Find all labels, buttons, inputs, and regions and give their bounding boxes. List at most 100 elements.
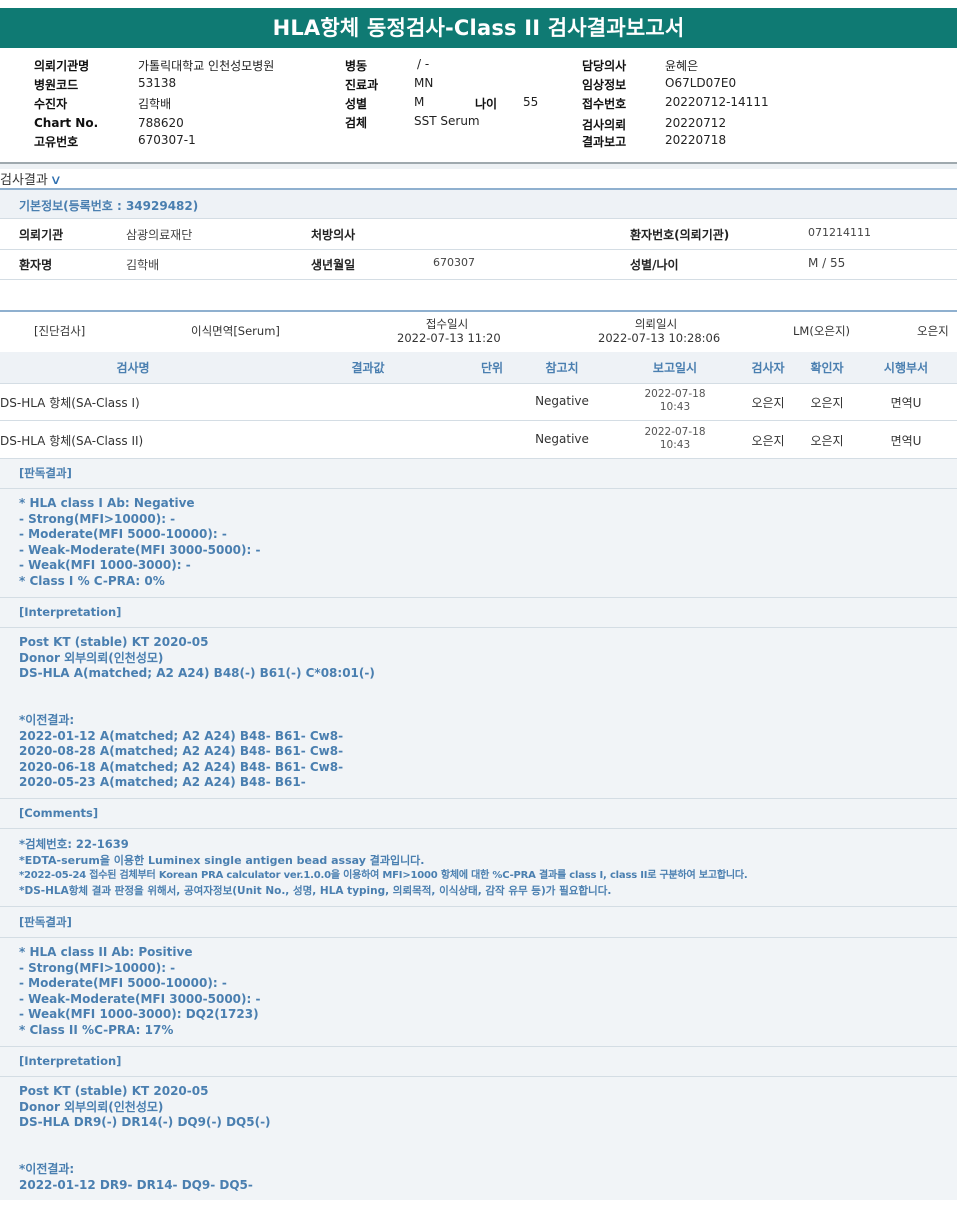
block-line: 2022-01-12 A(matched; A2 A24) B48- B61- … [19, 728, 344, 743]
th-unit: 단위 [480, 361, 504, 375]
block-line: Post KT (stable) KT 2020-05 [19, 1084, 209, 1098]
divider [0, 798, 957, 799]
cell-test-name: DS-HLA 항체(SA-Class II) [0, 434, 144, 448]
results-tab-label: 검사결과 [0, 173, 48, 188]
hdr-value-doctor: 윤혜은 [665, 59, 699, 73]
block-line: DS-HLA A(matched; A2 A24) B48(-) B61(-) … [19, 666, 375, 681]
block-line: *검체번호: 22-1639 [19, 837, 129, 851]
block-line: - Moderate(MFI 5000-10000): - [19, 976, 227, 991]
hdr-value-age: 55 [523, 95, 539, 109]
info-value-institution: 삼광의료재단 [126, 228, 193, 242]
block-title: [판독결과] [19, 915, 72, 929]
hdr-label-sex: 성별 [345, 97, 368, 111]
hdr-value-hospital-code: 53138 [138, 76, 177, 90]
hdr-label-requester: 의뢰기관명 [34, 59, 90, 73]
rx-requested-value: 2022-07-13 10:28:06 [598, 331, 721, 345]
rx-lm: LM(오은지) [793, 324, 851, 338]
block-line: *DS-HLA항체 결과 판정을 위해서, 공여자정보(Unit No., 성명… [19, 884, 612, 897]
info-label-birth-date: 생년월일 [311, 258, 356, 272]
block-line: * Class I % C-PRA: 0% [19, 574, 165, 588]
rx-received: 접수일시 2022-07-13 11:20 [397, 317, 501, 345]
cell-reference: Negative [535, 432, 589, 446]
divider [0, 828, 957, 829]
th-test-name: 검사명 [116, 361, 150, 375]
hdr-value-receipt-no: 20220712-14111 [665, 95, 769, 109]
hdr-label-specimen: 검체 [345, 116, 368, 130]
cell-report-date-date: 2022-07-18 [644, 388, 706, 400]
info-value-patient-name: 김학배 [126, 258, 160, 272]
hdr-value-ward: / - [417, 57, 430, 71]
info-value-birth-date: 670307 [433, 256, 475, 269]
block-line: *이전결과: [19, 1162, 75, 1176]
hdr-value-clinical-info: O67LD07E0 [665, 76, 737, 90]
rx-requested: 의뢰일시 2022-07-13 10:28:06 [598, 317, 721, 345]
hdr-value-chart-no: 788620 [138, 116, 184, 130]
block-line: Donor 외부의뢰(인천성모) [19, 650, 164, 665]
cell-report-date: 2022-07-18 10:43 [634, 426, 716, 452]
prescription-top-border [0, 310, 957, 312]
basic-info-title: 기본정보(등록번호 : 34929482) [19, 199, 199, 213]
hdr-label-age: 나이 [475, 97, 498, 111]
block-line: 2022-01-12 DR9- DR14- DQ9- DQ5- [19, 1177, 253, 1192]
hdr-value-department: MN [414, 76, 434, 90]
block-line: DS-HLA DR9(-) DR14(-) DQ9(-) DQ5(-) [19, 1115, 271, 1130]
divider [0, 218, 957, 219]
block-line: Donor 외부의뢰(인천성모) [19, 1099, 164, 1114]
divider [0, 1046, 957, 1047]
th-result: 결과값 [351, 361, 385, 375]
cell-reference: Negative [535, 394, 589, 408]
block-line: * HLA class I Ab: Negative [19, 496, 195, 510]
block-title: [Interpretation] [19, 605, 122, 619]
cell-department: 면역U [890, 396, 922, 410]
cell-tester: 오은지 [751, 396, 785, 410]
hdr-value-patient: 김학배 [138, 97, 172, 111]
hdr-value-result-report: 20220718 [665, 133, 727, 147]
th-reference: 참고치 [545, 361, 579, 375]
cell-report-date-date: 2022-07-18 [644, 426, 706, 438]
block-line: *2022-05-24 접수된 검체부터 Korean PRA calculat… [19, 870, 748, 882]
th-department: 시행부서 [883, 361, 929, 375]
th-checker: 확인자 [810, 361, 844, 375]
block-line: - Weak(MFI 1000-3000): - [19, 558, 191, 573]
block-title: [판독결과] [19, 466, 72, 480]
rx-received-label: 접수일시 [425, 317, 469, 331]
rx-category: [진단검사] [34, 324, 86, 338]
block-line: - Strong(MFI>10000): - [19, 511, 176, 526]
block-line: *EDTA-serum을 이용한 Luminex single antigen … [19, 853, 425, 867]
hdr-value-requester: 가톨릭대학교 인천성모병원 [138, 59, 275, 73]
block-line: * Class II %C-PRA: 17% [19, 1023, 174, 1037]
divider [0, 597, 957, 598]
info-label-institution: 의뢰기관 [19, 228, 64, 242]
block-line: 2020-05-23 A(matched; A2 A24) B48- B61- [19, 775, 306, 790]
info-value-patient-no: 071214111 [808, 226, 871, 239]
info-label-prescriber: 처방의사 [311, 228, 356, 242]
block-line: - Weak-Moderate(MFI 3000-5000): - [19, 542, 261, 557]
header-shadow [0, 164, 957, 169]
divider [0, 458, 957, 459]
hdr-label-patient: 수진자 [34, 97, 68, 111]
rx-requested-label: 의뢰일시 [634, 317, 678, 331]
th-tester: 검사자 [751, 361, 785, 375]
block-line: 2020-06-18 A(matched; A2 A24) B48- B61- … [19, 759, 344, 774]
block-title: [Interpretation] [19, 1054, 122, 1068]
cell-report-date-time: 10:43 [659, 439, 691, 451]
results-tab[interactable]: 검사결과 ∨ [0, 169, 62, 188]
block-line: - Strong(MFI>10000): - [19, 960, 176, 975]
divider [0, 420, 957, 421]
divider [0, 488, 957, 489]
report-title: HLA항체 동정검사-Class II 검사결과보고서 [0, 8, 957, 48]
info-value-sex-age: M / 55 [808, 256, 846, 270]
hdr-label-result-report: 결과보고 [582, 135, 627, 149]
cell-checker: 오은지 [810, 434, 844, 448]
block-line: *이전결과: [19, 713, 75, 727]
rx-test-name: 이식면역[Serum] [191, 324, 280, 338]
info-label-sex-age: 성별/나이 [630, 258, 679, 272]
cell-test-name: DS-HLA 항체(SA-Class I) [0, 396, 140, 410]
divider [0, 249, 957, 250]
hdr-value-test-request: 20220712 [665, 116, 727, 130]
block-line: - Weak(MFI 1000-3000): DQ2(1723) [19, 1007, 259, 1022]
block-line: 2020-08-28 A(matched; A2 A24) B48- B61- … [19, 744, 344, 759]
block-line: - Weak-Moderate(MFI 3000-5000): - [19, 991, 261, 1006]
rx-person: 오은지 [917, 324, 949, 338]
divider [0, 383, 957, 384]
